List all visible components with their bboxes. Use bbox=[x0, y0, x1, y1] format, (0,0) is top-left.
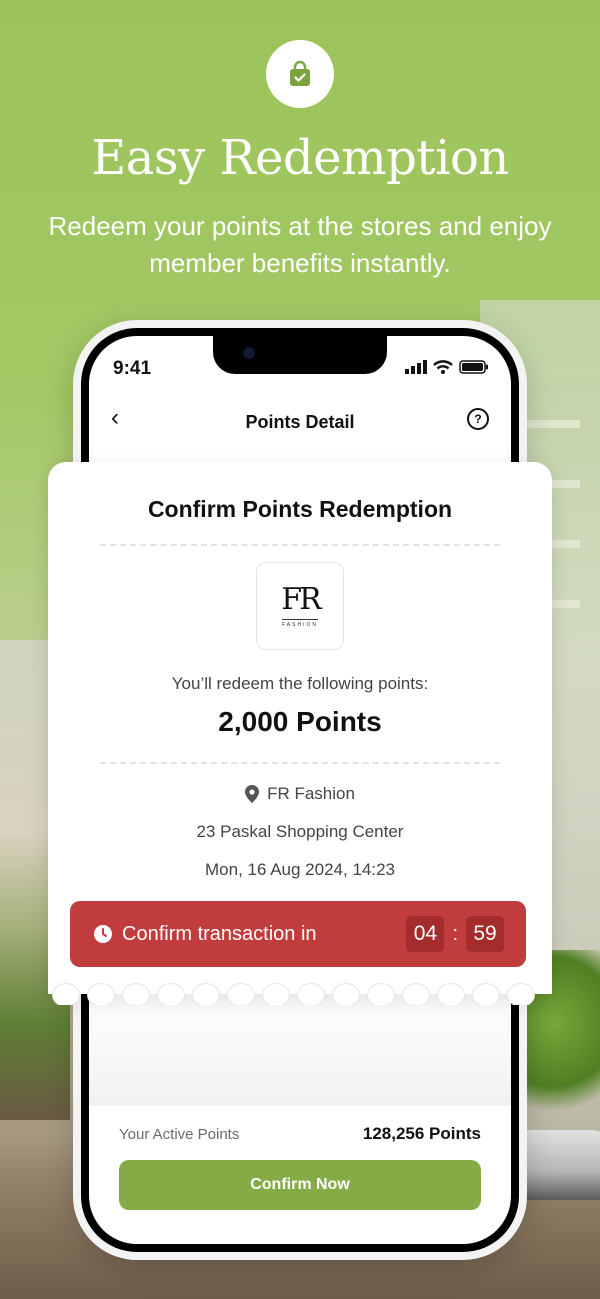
divider bbox=[100, 544, 500, 546]
confirm-timer-bar: Confirm transaction in 04 : 59 bbox=[70, 901, 526, 967]
divider bbox=[100, 762, 500, 764]
page-subtitle: Redeem your points at the stores and enj… bbox=[48, 211, 552, 278]
battery-icon bbox=[459, 360, 488, 374]
redeem-label: You’ll redeem the following points: bbox=[171, 674, 429, 693]
confirm-now-button[interactable]: Confirm Now bbox=[119, 1160, 481, 1210]
page-title: Easy Redemption bbox=[91, 130, 509, 186]
signal-icon bbox=[405, 360, 427, 374]
active-points-value: 128,256 Points bbox=[362, 1124, 481, 1143]
phone-notch bbox=[213, 336, 387, 374]
merchant-logo: FR FASHION bbox=[256, 562, 344, 650]
merchant-logo-sub: FASHION bbox=[282, 618, 318, 628]
transaction-datetime: Mon, 16 Aug 2024, 14:23 bbox=[205, 860, 395, 879]
redeem-points: 2,000 Points bbox=[218, 706, 382, 737]
nav-title: Points Detail bbox=[245, 412, 355, 432]
timer-label: Confirm transaction in bbox=[122, 922, 317, 945]
wifi-icon bbox=[433, 360, 453, 374]
timer-seconds: 59 bbox=[466, 916, 504, 952]
clock-icon bbox=[94, 925, 112, 943]
merchant-logo-mark: FR bbox=[281, 581, 321, 617]
status-icons bbox=[405, 360, 489, 374]
merchant-name: FR Fashion bbox=[267, 784, 355, 803]
timer-colon: : bbox=[452, 922, 458, 945]
merchant-row: FR Fashion bbox=[48, 784, 552, 804]
active-points-label: Your Active Points bbox=[119, 1125, 240, 1143]
ticket-scallop-edge bbox=[48, 983, 552, 1005]
location-pin-icon bbox=[245, 785, 260, 803]
timer-label-group: Confirm transaction in bbox=[94, 923, 406, 946]
card-title: Confirm Points Redemption bbox=[147, 496, 453, 522]
shopping-bag-check-icon bbox=[266, 40, 334, 108]
help-icon[interactable]: ? bbox=[467, 408, 489, 430]
active-points-row: Your Active Points 128,256 Points bbox=[119, 1124, 481, 1144]
status-time: 9:41 bbox=[113, 358, 152, 379]
confirm-redemption-card: Confirm Points Redemption FR FASHION You… bbox=[48, 462, 552, 1005]
camera-icon bbox=[243, 347, 255, 359]
merchant-address: 23 Paskal Shopping Center bbox=[196, 822, 404, 841]
timer-minutes: 04 bbox=[406, 916, 445, 952]
